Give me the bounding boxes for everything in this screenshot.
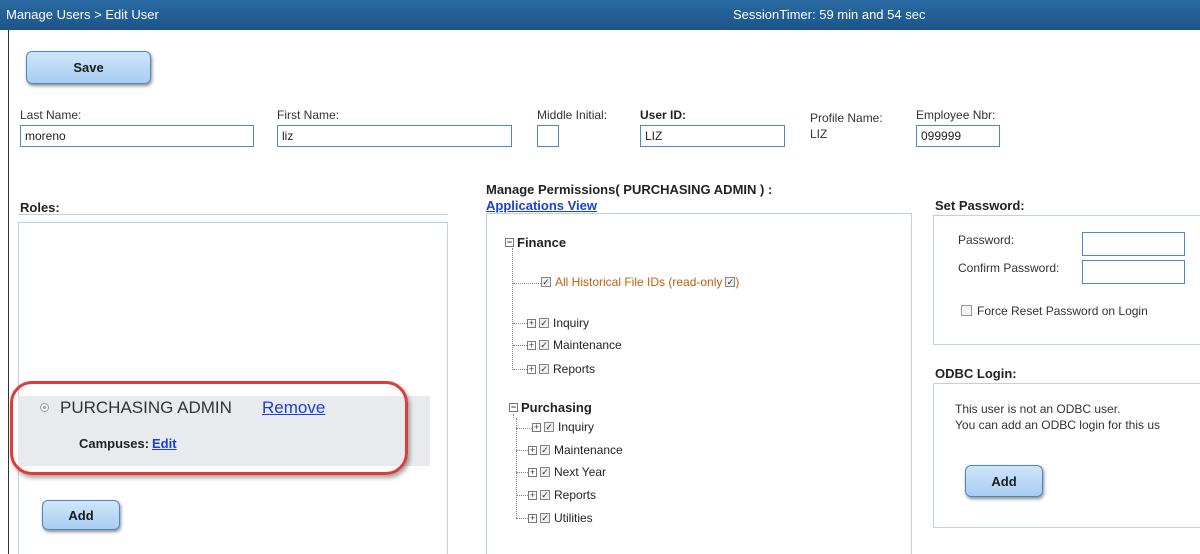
collapse-icon[interactable]: − [505,238,514,247]
force-reset-label: Force Reset Password on Login [977,304,1148,318]
expand-icon[interactable]: + [532,422,541,432]
role-name: PURCHASING ADMIN [60,398,232,417]
force-reset-checkbox[interactable] [961,305,972,316]
roles-title-rule [18,214,448,215]
purchasing-utilities-label: Utilities [554,511,593,525]
left-border [8,30,9,554]
permissions-title: Manage Permissions( PURCHASING ADMIN ) : [486,182,773,197]
first-name-field[interactable]: liz [277,125,512,147]
campuses-label: Campuses: [79,436,150,451]
middle-initial-field[interactable] [537,125,559,147]
add-odbc-button[interactable]: Add [965,465,1043,497]
finance-maintenance-node[interactable]: + ✓ Maintenance [527,338,622,352]
finance-node[interactable]: − Finance [505,235,566,250]
expand-icon[interactable]: + [528,513,537,523]
tree-line [516,495,528,496]
expand-icon[interactable]: + [528,445,537,455]
checkbox-icon[interactable]: ✓ [544,422,554,432]
checkbox-icon[interactable]: ✓ [539,318,549,328]
edit-campuses-link[interactable]: Edit [152,436,177,451]
finance-reports-label: Reports [553,362,596,376]
save-button[interactable]: Save [26,51,151,84]
expand-icon[interactable]: + [527,364,536,374]
finance-inquiry-label: Inquiry [553,316,590,330]
password-label: Password: [958,233,1015,247]
odbc-status-text: This user is not an ODBC user. [955,402,1121,416]
applications-view-link[interactable]: Applications View [486,198,597,213]
employee-nbr-label: Employee Nbr: [916,108,996,122]
tree-line [516,450,528,451]
collapse-icon[interactable]: − [509,403,518,412]
last-name-field[interactable]: moreno [20,125,254,147]
purchasing-reports-label: Reports [554,488,597,502]
historical-file-ids-suffix: ) [735,275,740,289]
historical-file-ids-node[interactable]: ✓ All Historical File IDs (read-only ✓ ) [541,275,739,289]
purchasing-maintenance-node[interactable]: + ✓ Maintenance [528,443,623,457]
expand-icon[interactable]: + [528,490,537,500]
purchasing-node[interactable]: − Purchasing [509,400,592,415]
tree-line [513,369,527,370]
checkbox-icon[interactable]: ✓ [725,277,736,287]
historical-file-ids-label: All Historical File IDs (read-only [555,275,723,289]
expand-icon[interactable]: + [527,340,536,350]
checkbox-icon[interactable]: ✓ [540,467,550,477]
finance-label: Finance [517,235,567,250]
purchasing-next-year-node[interactable]: + ✓ Next Year [528,465,606,479]
tree-line [512,248,513,370]
checkbox-icon[interactable]: ✓ [540,490,550,500]
expand-icon[interactable]: + [528,467,537,477]
finance-inquiry-node[interactable]: + ✓ Inquiry [527,316,589,330]
password-field[interactable] [1082,232,1185,256]
tree-line [513,345,527,346]
profile-name-value: LIZ [810,127,828,141]
session-timer: SessionTimer: 59 min and 54 sec [733,7,926,22]
checkbox-icon[interactable]: ✓ [540,513,550,523]
finance-reports-node[interactable]: + ✓ Reports [527,362,595,376]
add-role-button[interactable]: Add [42,500,120,530]
profile-name-label: Profile Name: [810,111,883,125]
tree-line [513,323,527,324]
purchasing-inquiry-label: Inquiry [558,420,595,434]
tree-line [516,518,528,519]
tree-line [516,418,517,518]
title-bar: Manage Users > Edit User SessionTimer: 5… [0,0,1200,30]
employee-nbr-field[interactable]: 099999 [916,125,1000,147]
highlight-circle [10,381,408,475]
user-id-label: User ID: [640,108,687,122]
confirm-password-label: Confirm Password: [958,261,1060,275]
odbc-login-title: ODBC Login: [935,366,1017,381]
first-name-label: First Name: [277,108,340,122]
odbc-hint-text: You can add an ODBC login for this us [955,418,1161,432]
checkbox-icon[interactable]: ✓ [540,445,550,455]
tree-line [513,283,541,284]
purchasing-label: Purchasing [521,400,592,415]
finance-maintenance-label: Maintenance [553,338,622,352]
breadcrumb: Manage Users > Edit User [6,7,159,22]
middle-initial-label: Middle Initial: [537,108,608,122]
tree-line [516,428,532,429]
purchasing-utilities-node[interactable]: + ✓ Utilities [528,511,593,525]
expand-icon[interactable]: + [527,318,536,328]
permissions-panel [486,213,912,554]
purchasing-next-year-label: Next Year [554,465,607,479]
purchasing-inquiry-node[interactable]: + ✓ Inquiry [532,420,594,434]
checkbox-icon[interactable]: ✓ [541,277,551,287]
tree-line [513,414,514,418]
purchasing-reports-node[interactable]: + ✓ Reports [528,488,596,502]
roles-title: Roles: [20,200,60,215]
user-id-field[interactable]: LIZ [640,125,785,147]
purchasing-maintenance-label: Maintenance [554,443,623,457]
tree-line [516,472,528,473]
checkbox-icon[interactable]: ✓ [539,364,549,374]
role-radio[interactable] [40,403,49,412]
checkbox-icon[interactable]: ✓ [539,340,549,350]
set-password-title: Set Password: [935,198,1025,213]
remove-role-link[interactable]: Remove [262,398,325,418]
last-name-label: Last Name: [20,108,82,122]
confirm-password-field[interactable] [1082,260,1185,284]
